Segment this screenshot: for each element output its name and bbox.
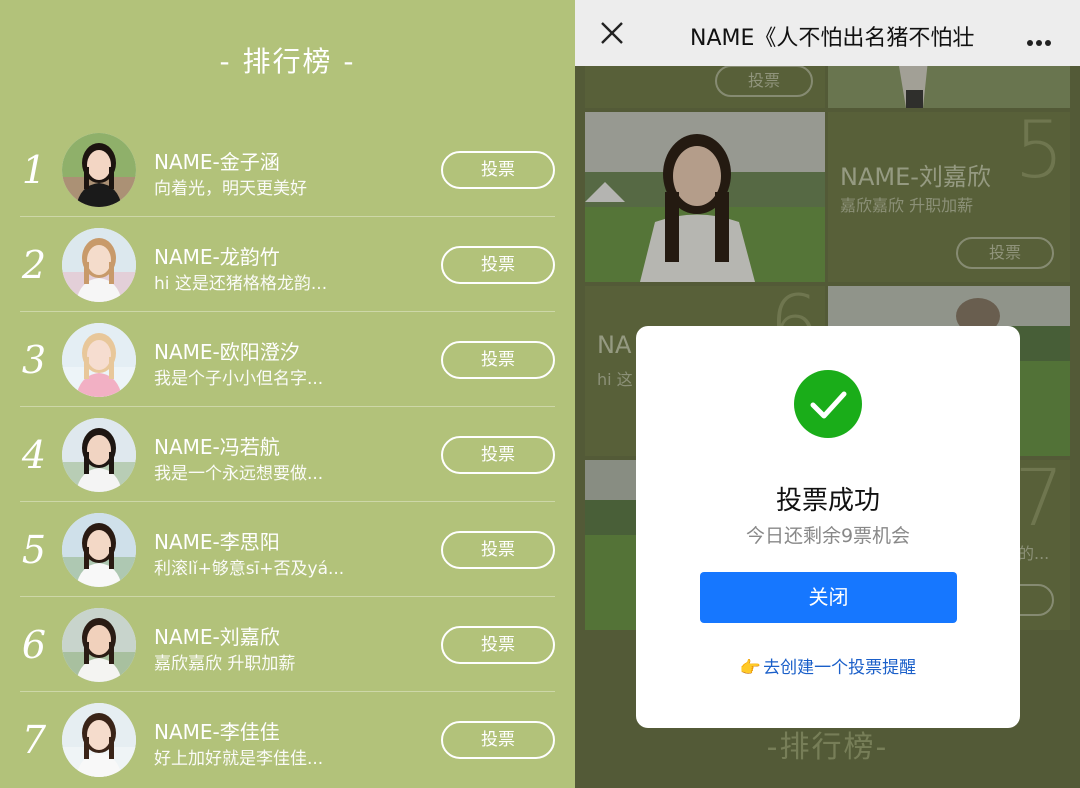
vote-button[interactable]: 投票 [441, 151, 555, 189]
rank-number: 4 [21, 433, 47, 477]
success-check-icon [794, 370, 862, 438]
create-reminder-link[interactable]: 👉 去创建一个投票提醒 [636, 653, 1020, 678]
vote-button[interactable]: 投票 [441, 341, 555, 379]
contestant-desc: 我是个子小小但名字... [154, 369, 324, 389]
webview-topbar: NAME《人不怕出名猪不怕壮 [575, 0, 1080, 66]
more-icon[interactable] [1027, 31, 1057, 46]
ranking-title: - 排行榜 - [219, 45, 356, 78]
rank-number: 6 [21, 623, 47, 667]
vote-button[interactable]: 投票 [441, 436, 555, 474]
contestant-name: NAME-李思阳 [154, 530, 280, 554]
rank-number: 5 [21, 528, 47, 572]
ranking-row[interactable]: 7 NAME-李佳佳 好上加好就是李佳佳... 投票 [20, 692, 555, 787]
rank-number: 7 [21, 718, 47, 762]
create-reminder-label: 去创建一个投票提醒 [763, 658, 917, 678]
contestant-desc: 向着光，明天更美好 [154, 179, 307, 199]
contestant-desc: 好上加好就是李佳佳... [154, 749, 324, 769]
contestant-desc: 我是一个永远想要做... [154, 464, 324, 484]
ranking-panel: - 排行榜 - 1 NAME-金子涵 向着光，明天更美好 投票 2 NAME-龙… [0, 0, 575, 788]
contestant-name: NAME-金子涵 [154, 150, 280, 174]
avatar[interactable] [62, 228, 136, 302]
avatar[interactable] [62, 703, 136, 777]
contestant-name: NAME-冯若航 [154, 435, 280, 459]
vote-success-dialog: 投票成功 今日还剩余9票机会 关闭 👉 去创建一个投票提醒 [636, 326, 1020, 728]
vote-button[interactable]: 投票 [441, 721, 555, 759]
avatar[interactable] [62, 608, 136, 682]
dialog-title: 投票成功 [775, 486, 880, 516]
avatar[interactable] [62, 323, 136, 397]
avatar[interactable] [62, 513, 136, 587]
ranking-row[interactable]: 3 NAME-欧阳澄汐 我是个子小小但名字... 投票 [20, 312, 555, 407]
close-icon[interactable] [599, 20, 625, 46]
ranking-row[interactable]: 1 NAME-金子涵 向着光，明天更美好 投票 [20, 122, 555, 217]
avatar[interactable] [62, 133, 136, 207]
ranking-row[interactable]: 2 NAME-龙韵竹 hi 这是还猪格格龙韵... 投票 [20, 217, 555, 312]
ranking-row[interactable]: 6 NAME-刘嘉欣 嘉欣嘉欣 升职加薪 投票 [20, 597, 555, 692]
contestant-name: NAME-龙韵竹 [154, 245, 280, 269]
close-button[interactable]: 关闭 [700, 572, 957, 623]
contestant-name: NAME-刘嘉欣 [154, 625, 280, 649]
contestant-name: NAME-欧阳澄汐 [154, 340, 300, 364]
vote-page: NAME《人不怕出名猪不怕壮 投票 5 NAME-刘嘉欣 嘉欣嘉欣 升职加薪 投… [575, 0, 1080, 788]
contestant-desc: 嘉欣嘉欣 升职加薪 [154, 654, 296, 674]
rank-number: 1 [21, 148, 47, 192]
vote-button[interactable]: 投票 [441, 626, 555, 664]
vote-button[interactable]: 投票 [441, 531, 555, 569]
pointing-hand-icon: 👉 [739, 658, 762, 678]
vote-button[interactable]: 投票 [441, 246, 555, 284]
contestant-desc: hi 这是还猪格格龙韵... [154, 274, 328, 294]
avatar[interactable] [62, 418, 136, 492]
ranking-list: 1 NAME-金子涵 向着光，明天更美好 投票 2 NAME-龙韵竹 hi 这是… [20, 122, 555, 787]
rank-number: 3 [21, 338, 47, 382]
contestant-name: NAME-李佳佳 [154, 720, 280, 744]
dialog-subtitle: 今日还剩余9票机会 [745, 525, 911, 547]
ranking-row[interactable]: 5 NAME-李思阳 利滚lǐ+够意sī+否及yá... 投票 [20, 502, 555, 597]
ranking-row[interactable]: 4 NAME-冯若航 我是一个永远想要做... 投票 [20, 407, 555, 502]
contestant-desc: 利滚lǐ+够意sī+否及yá... [154, 559, 345, 579]
page-title: NAME《人不怕出名猪不怕壮 [690, 26, 975, 51]
rank-number: 2 [21, 243, 47, 287]
